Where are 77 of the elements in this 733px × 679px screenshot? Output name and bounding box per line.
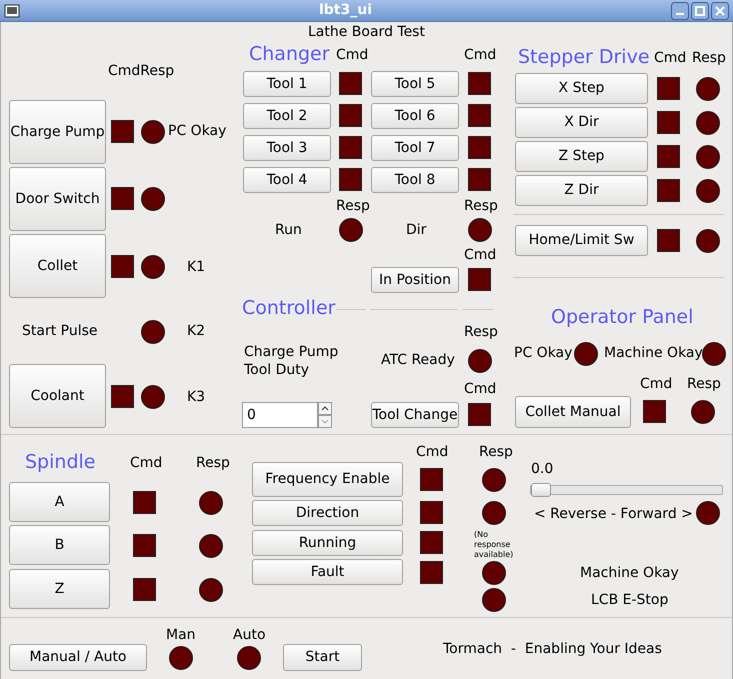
label: Resp (692, 49, 726, 67)
label: K2 (187, 322, 206, 340)
close-icon[interactable] (711, 2, 729, 20)
label: Resp (479, 443, 513, 461)
label: Run (275, 221, 302, 239)
section-heading: Operator Panel (551, 305, 694, 329)
section-heading: Stepper Drive (518, 45, 650, 69)
label: K1 (187, 258, 206, 276)
minimize-icon[interactable] (671, 2, 689, 20)
button[interactable]: Tool 4 (243, 167, 331, 193)
label: Machine Okay (604, 344, 703, 362)
button[interactable]: Charge Pump (9, 100, 106, 164)
window-menu-icon[interactable] (4, 4, 20, 18)
label: Cmd (464, 380, 496, 398)
label: CmdResp (108, 62, 174, 80)
button[interactable]: Direction (252, 500, 403, 526)
label: Cmd (640, 375, 672, 393)
label: Cmd (336, 46, 368, 64)
section-heading: Controller (242, 296, 336, 320)
button[interactable]: Tool 3 (243, 135, 331, 161)
section-heading: Spindle (25, 450, 96, 474)
button[interactable]: Home/Limit Sw (515, 225, 648, 256)
page-heading: Lathe Board Test (307, 23, 426, 42)
label: Auto (233, 626, 266, 644)
button[interactable]: Fault (252, 559, 403, 585)
label: Start Pulse (22, 322, 98, 340)
button[interactable]: Door Switch (9, 167, 106, 231)
label: Cmd (464, 46, 496, 64)
label: 0.0 (531, 460, 554, 478)
button[interactable]: Coolant (9, 364, 106, 428)
label: Machine Okay (580, 564, 679, 582)
maximize-icon[interactable] (691, 2, 709, 20)
button[interactable]: A (9, 482, 110, 522)
button[interactable]: Frequency Enable (252, 462, 403, 497)
label: ATC Ready (381, 351, 455, 369)
slider-thumb[interactable] (531, 483, 551, 497)
button[interactable]: Tool 7 (371, 135, 459, 161)
button[interactable]: Tool 2 (243, 103, 331, 129)
button[interactable]: Collet (9, 234, 106, 298)
label: Man (166, 626, 196, 644)
label: Resp (687, 375, 721, 393)
label: Resp (464, 323, 498, 341)
button[interactable]: X Dir (515, 107, 648, 138)
label: Cmd (654, 49, 686, 67)
label: Resp (196, 454, 230, 472)
button[interactable]: Tool 8 (371, 167, 459, 193)
label: LCB E-Stop (591, 591, 668, 609)
label: Resp (464, 197, 498, 215)
button[interactable]: Z Dir (515, 175, 648, 206)
section-heading: Changer (249, 42, 330, 66)
label: Charge Pump Tool Duty (244, 343, 340, 379)
label: PC Okay (514, 344, 572, 362)
label: Cmd (130, 454, 162, 472)
button[interactable]: Z Step (515, 141, 648, 172)
button[interactable]: Tool Change (371, 402, 459, 428)
button[interactable]: Manual / Auto (9, 644, 147, 671)
button[interactable]: Tool 1 (243, 71, 331, 97)
label: PC Okay (168, 122, 226, 140)
label: Tormach - Enabling Your Ideas (443, 640, 662, 658)
button[interactable]: Tool 5 (371, 71, 459, 97)
button[interactable]: Z (9, 569, 110, 609)
window-title: lbt3_ui (318, 1, 374, 20)
note: (No response available) (474, 530, 514, 560)
label: K3 (187, 388, 206, 406)
label: Cmd (464, 246, 496, 264)
button[interactable]: B (9, 525, 110, 565)
label: Resp (336, 197, 370, 215)
number-field[interactable]: 0 (242, 402, 318, 428)
label: < Reverse - Forward > (534, 505, 693, 523)
label: Cmd (416, 443, 448, 461)
button[interactable]: Running (252, 530, 403, 556)
button[interactable]: Start (283, 644, 362, 671)
label: Dir (406, 221, 426, 239)
button[interactable]: X Step (515, 73, 648, 104)
button[interactable]: Tool 6 (371, 103, 459, 129)
button[interactable]: Collet Manual (515, 396, 631, 428)
button[interactable]: In Position (371, 267, 459, 293)
